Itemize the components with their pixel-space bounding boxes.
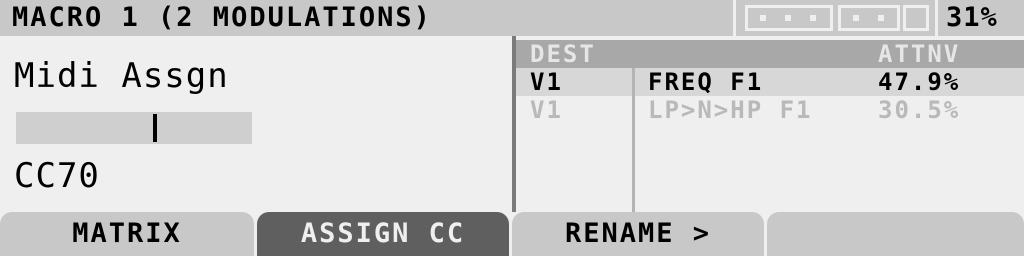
- page-title: MACRO 1 (2 MODULATIONS): [12, 2, 432, 33]
- cpu-load: 31%: [946, 2, 998, 33]
- slider-handle[interactable]: [153, 114, 157, 142]
- row-source: V1: [530, 68, 563, 96]
- table-row[interactable]: V1 FREQ F1 47.9%: [516, 68, 1024, 96]
- parameter-slider[interactable]: [16, 112, 252, 144]
- row-amount: 30.5%: [878, 96, 961, 124]
- table-header: DEST ATTNV: [516, 40, 1024, 68]
- soft-button-bar: MATRIX ASSIGN CC RENAME >: [0, 212, 1024, 256]
- separator: [733, 0, 736, 36]
- separator: [935, 0, 938, 36]
- row-amount: 47.9%: [878, 68, 961, 96]
- empty-button[interactable]: [767, 212, 1024, 256]
- voice-meter-3: [903, 5, 929, 31]
- column-separator: [632, 68, 635, 212]
- row-destination: FREQ F1: [648, 68, 764, 96]
- row-destination: LP>N>HP F1: [648, 96, 813, 124]
- matrix-button[interactable]: MATRIX: [0, 212, 254, 256]
- parameter-value: CC70: [14, 156, 100, 196]
- assign-cc-button[interactable]: ASSIGN CC: [257, 212, 509, 256]
- top-bar: MACRO 1 (2 MODULATIONS) 31%: [0, 0, 1024, 36]
- voice-meter-2: [838, 5, 900, 31]
- header-dest: DEST: [530, 40, 596, 68]
- row-source: V1: [530, 96, 563, 124]
- table-row[interactable]: V1 LP>N>HP F1 30.5%: [516, 96, 1024, 124]
- parameter-name: Midi Assgn: [14, 56, 229, 96]
- header-attnv: ATTNV: [878, 40, 961, 68]
- rename-button[interactable]: RENAME >: [512, 212, 764, 256]
- modulation-table: DEST ATTNV V1 FREQ F1 47.9% V1 LP>N>HP F…: [516, 40, 1024, 212]
- voice-meter-1: [745, 5, 833, 31]
